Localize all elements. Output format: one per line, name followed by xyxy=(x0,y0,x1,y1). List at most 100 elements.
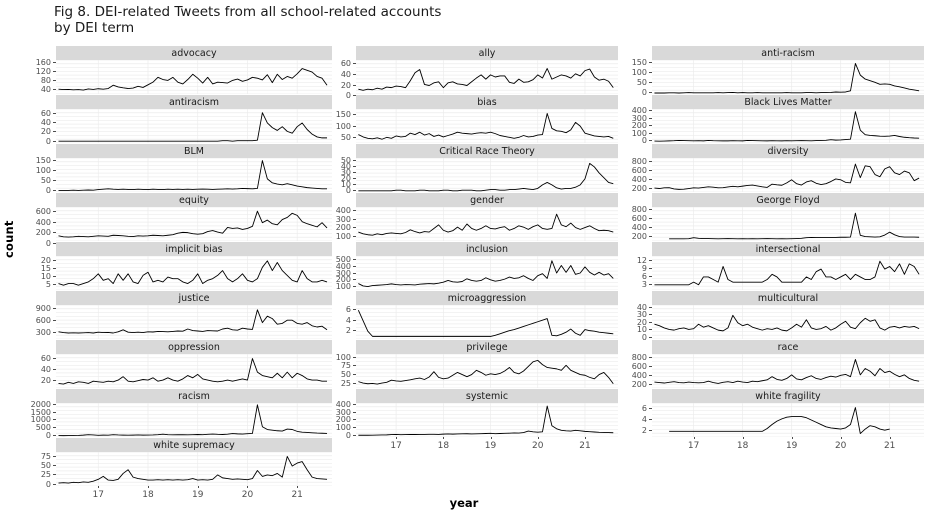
x-tick-mark xyxy=(197,486,199,488)
y-tick-label: 30 xyxy=(637,311,652,319)
facet-panel: equity 0 200 400 600 xyxy=(36,193,332,247)
y-tick-label: 0 xyxy=(46,432,56,440)
y-axis-ticks: 0 25 50 75 xyxy=(0,452,56,488)
y-tick-label: 400 xyxy=(336,206,356,215)
x-tick-label: 17 xyxy=(687,441,700,451)
y-tick-label: 500 xyxy=(36,424,56,432)
x-tick-label: 17 xyxy=(390,441,402,451)
y-tick-label: 0 xyxy=(46,239,56,248)
y-tick-label: 150 xyxy=(336,110,356,119)
y-tick-label: 0 xyxy=(46,186,56,195)
y-tick-label: 3 xyxy=(642,280,652,289)
y-tick-label: 400 xyxy=(36,218,56,227)
x-tick-mark xyxy=(584,437,586,439)
facet-panel: gender 100 200 300 400 xyxy=(336,193,618,241)
plot-area xyxy=(56,354,332,388)
y-tick-label: 500 xyxy=(336,256,356,264)
x-tick-mark xyxy=(98,486,100,488)
y-axis-ticks: 25 50 75 100 xyxy=(296,353,356,388)
x-tick-label: 19 xyxy=(785,441,798,451)
y-tick-label: 0 xyxy=(642,89,652,97)
plot-area xyxy=(356,256,618,290)
y-tick-label: 200 xyxy=(632,232,652,241)
y-tick-label: 0 xyxy=(46,137,56,146)
figure-title-line2: by DEI term xyxy=(54,20,135,36)
y-tick-label: 25 xyxy=(41,471,56,479)
y-tick-label: 120 xyxy=(36,68,56,76)
y-tick-label: 50 xyxy=(41,462,56,470)
y-tick-label: 600 xyxy=(632,214,652,223)
y-tick-label: 0 xyxy=(346,92,356,100)
y-tick-label: 100 xyxy=(36,166,56,175)
y-tick-label: 400 xyxy=(632,175,652,184)
y-tick-label: 6 xyxy=(642,404,652,413)
y-tick-label: 100 xyxy=(336,122,356,131)
x-tick-mark xyxy=(889,437,891,439)
facet-panel: implicit bias 5 10 15 20 xyxy=(41,242,332,290)
y-tick-label: 40 xyxy=(41,118,56,127)
y-tick-label: 2000 xyxy=(31,400,56,409)
plot-area xyxy=(356,305,618,339)
y-tick-label: 80 xyxy=(41,76,56,85)
plot-area xyxy=(652,158,924,192)
y-tick-label: 9 xyxy=(642,265,652,273)
facet-strip-label: anti-racism xyxy=(652,46,924,60)
facet-panel: diversity 200 400 600 800 xyxy=(632,144,924,192)
y-tick-label: 6 xyxy=(346,306,356,314)
plot-area xyxy=(652,60,924,94)
x-tick-label: 18 xyxy=(736,441,749,451)
plot-area xyxy=(56,256,332,290)
facet-strip-label: George Floyd xyxy=(652,193,924,207)
x-tick-mark xyxy=(490,437,492,439)
y-tick-label: 50 xyxy=(341,371,356,379)
x-tick-mark xyxy=(537,437,539,439)
facet-panel: inclusion 100 200 300 400 500 xyxy=(336,242,618,291)
facet-panel: racism 0 500 1000 1500 2000 xyxy=(31,389,332,440)
facet-panel: BLM 0 50 100 150 xyxy=(36,144,332,194)
facet-panel: multicultural 0 10 20 30 40 xyxy=(637,291,924,341)
y-tick-label: 300 xyxy=(336,215,356,224)
y-tick-label: 800 xyxy=(632,353,652,362)
x-tick-label: 18 xyxy=(437,441,450,451)
plot-area xyxy=(56,158,332,192)
y-tick-label: 200 xyxy=(632,184,652,193)
y-tick-label: 0 xyxy=(642,333,652,342)
y-tick-label: 600 xyxy=(632,167,652,175)
figure-root: Fig 8. DEI-related Tweets from all schoo… xyxy=(0,0,928,520)
plot-area xyxy=(356,109,618,143)
facet-strip-label: multicultural xyxy=(652,291,924,305)
y-tick-label: 2 xyxy=(642,427,652,435)
y-tick-label: 600 xyxy=(632,362,652,371)
y-tick-label: 200 xyxy=(336,224,356,232)
plot-area xyxy=(356,60,618,94)
plot-area xyxy=(56,109,332,143)
x-axis: 17 18 19 20 21 xyxy=(56,486,332,502)
y-tick-label: 50 xyxy=(341,156,356,165)
facet-strip-label: oppression xyxy=(56,340,332,354)
plot-area xyxy=(356,354,618,388)
facet-panel: microaggression 2 4 6 xyxy=(346,291,618,339)
y-tick-label: 800 xyxy=(632,158,652,166)
plot-area xyxy=(356,158,618,192)
y-tick-label: 1000 xyxy=(31,416,56,424)
y-tick-label: 12 xyxy=(637,257,652,265)
y-tick-label: 10 xyxy=(41,273,56,281)
y-tick-label: 400 xyxy=(632,223,652,232)
plot-area xyxy=(56,403,332,437)
y-tick-label: 40 xyxy=(341,70,356,79)
y-axis-ticks: 50 100 150 xyxy=(296,109,356,143)
y-tick-label: 300 xyxy=(36,329,56,337)
y-tick-label: 2 xyxy=(346,327,356,335)
y-tick-label: 400 xyxy=(336,401,356,409)
y-tick-label: 400 xyxy=(632,107,652,115)
y-tick-label: 400 xyxy=(632,371,652,380)
y-tick-label: 20 xyxy=(637,318,652,327)
facet-strip-label: gender xyxy=(356,193,618,207)
y-axis-ticks: 0 100 200 300 400 xyxy=(592,107,652,145)
y-tick-label: 75 xyxy=(341,362,356,370)
y-tick-label: 4 xyxy=(642,416,652,424)
y-tick-label: 5 xyxy=(46,281,56,289)
y-tick-label: 25 xyxy=(341,380,356,388)
facet-strip-label: implicit bias xyxy=(56,242,332,256)
y-axis-ticks: 0 500 1000 1500 2000 xyxy=(0,400,56,440)
